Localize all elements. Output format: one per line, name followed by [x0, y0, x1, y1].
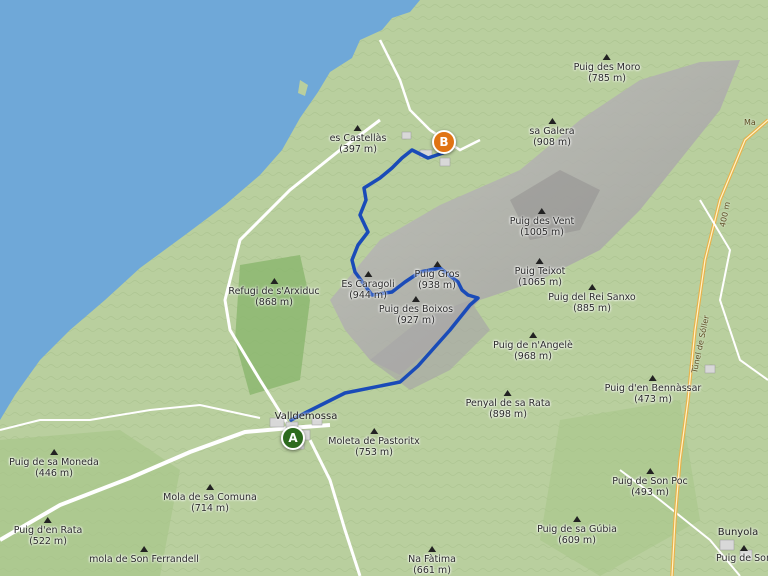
peak-icon: [364, 271, 372, 277]
peak-label: Puig del Rei Sanxo (885 m): [548, 284, 636, 314]
peak-icon: [370, 428, 378, 434]
peak-icon: [206, 484, 214, 490]
peak-icon: [649, 375, 657, 381]
peak-icon: [433, 261, 441, 267]
peak-label: Puig de sa Gúbia (609 m): [537, 516, 617, 546]
peak-label: Puig de n'Angelè (968 m): [493, 332, 573, 362]
road-label: Ma: [744, 118, 756, 127]
peak-icon: [270, 278, 278, 284]
peak-icon: [548, 118, 556, 124]
peak-icon: [588, 284, 596, 290]
peak-label: es Castellàs (397 m): [330, 125, 386, 155]
peak-label: Puig Gros (938 m): [414, 261, 460, 291]
peak-label: Puig d'en Bennàssar (473 m): [605, 375, 701, 405]
peak-label: Puig des Boixos (927 m): [379, 296, 453, 326]
town-label: Bunyola: [717, 527, 759, 538]
peak-label: Puig d'en Rata (522 m): [14, 517, 82, 547]
peak-label: Puig des Vent (1005 m): [510, 208, 574, 238]
peak-icon: [50, 449, 58, 455]
peak-icon: [573, 516, 581, 522]
peak-icon: [139, 546, 148, 552]
start-marker[interactable]: A: [281, 426, 305, 450]
peak-label: Refugi de s'Arxiduc (868 m): [228, 278, 320, 308]
peak-icon: [740, 545, 748, 551]
peak-icon: [354, 125, 362, 131]
forest-area: [235, 255, 310, 395]
peak-icon: [538, 208, 546, 214]
peak-label: mola de Son Ferrandell: [89, 546, 199, 565]
peak-icon: [412, 296, 420, 302]
map-canvas[interactable]: Puig des Moro (785 m) sa Galera (908 m) es…: [0, 0, 768, 576]
peak-label: Puig de Son: [716, 545, 768, 564]
peak-icon: [428, 546, 436, 552]
peak-label: Mola de sa Comuna (714 m): [163, 484, 257, 514]
peak-label: Puig des Moro (785 m): [574, 54, 640, 84]
peak-label: sa Galera (908 m): [529, 118, 575, 148]
peak-label: Moleta de Pastoritx (753 m): [328, 428, 420, 458]
peak-icon: [44, 517, 52, 523]
peak-label: Penyal de sa Rata (898 m): [466, 390, 550, 420]
peak-label: Na Fàtima (661 m): [408, 546, 456, 576]
peak-icon: [529, 332, 537, 338]
peak-icon: [645, 468, 654, 474]
peak-icon: [536, 258, 544, 264]
peak-icon: [602, 54, 611, 60]
peak-label: Puig de sa Moneda (446 m): [9, 449, 99, 479]
town-label: Valldemossa: [274, 411, 338, 422]
peak-icon: [504, 390, 512, 396]
end-marker[interactable]: B: [432, 130, 456, 154]
peak-label: Puig de Son Poc (493 m): [612, 468, 688, 498]
